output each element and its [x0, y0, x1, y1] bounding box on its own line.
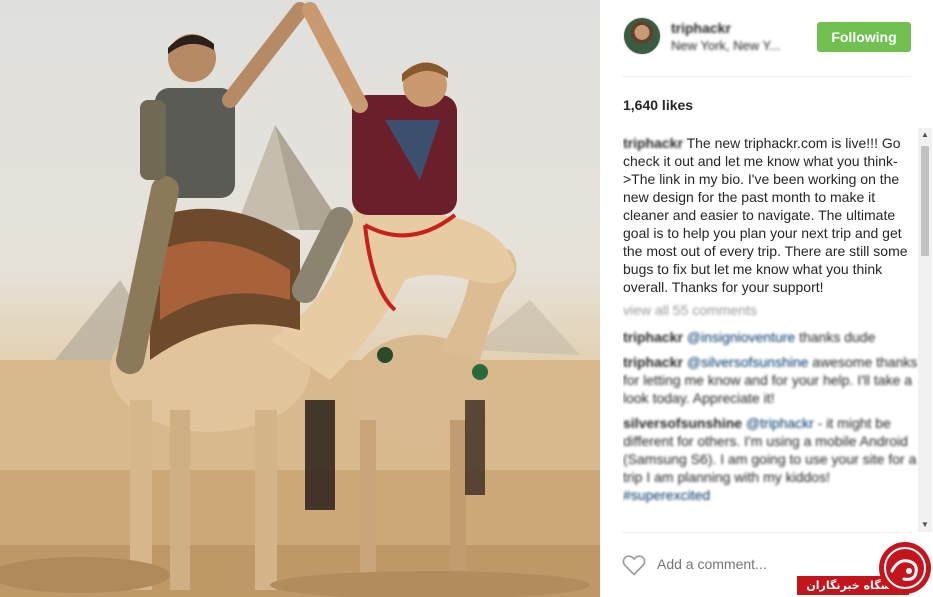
comment-mention[interactable]: @insignioventure	[687, 329, 795, 345]
comment-text: thanks dude	[795, 329, 876, 345]
caption-author[interactable]: triphackr	[623, 135, 683, 151]
comment-hashtag[interactable]: #superexcited	[623, 487, 710, 503]
comment-author[interactable]: triphackr	[623, 354, 683, 370]
header-divider	[622, 76, 911, 77]
post-details-panel: triphackr New York, New Y... Following 1…	[600, 0, 933, 597]
comment-mention[interactable]: @silversofsunshine	[687, 354, 809, 370]
comment-mention[interactable]: @triphackr	[746, 415, 814, 431]
scroll-up-arrow-icon[interactable]: ▲	[918, 128, 932, 142]
following-button[interactable]: Following	[817, 22, 911, 52]
comment-item: silversofsunshine @triphackr - it might …	[623, 414, 919, 504]
view-all-comments-link[interactable]: view all 55 comments	[623, 301, 919, 319]
add-comment-input[interactable]	[657, 556, 827, 572]
comment-item: triphackr @silversofsunshine awesome tha…	[623, 353, 919, 407]
author-avatar[interactable]	[623, 17, 661, 55]
likes-count[interactable]: 1,640 likes	[623, 97, 693, 113]
scrollbar-thumb[interactable]	[921, 146, 929, 256]
post-photo	[0, 0, 600, 597]
comments-scrollbar[interactable]: ▲ ▼	[918, 128, 932, 532]
caption-text: The new triphackr.com is live!!! Go chec…	[623, 135, 908, 295]
comment-author[interactable]: silversofsunshine	[623, 415, 742, 431]
author-username[interactable]: triphackr	[671, 20, 731, 36]
camel-ride-photo	[0, 2, 600, 597]
scroll-down-arrow-icon[interactable]: ▼	[918, 518, 932, 532]
watermark-logo-icon	[879, 542, 931, 594]
comment-author[interactable]: triphackr	[623, 329, 683, 345]
footer-divider	[622, 532, 911, 533]
post-location[interactable]: New York, New Y...	[671, 38, 780, 53]
comments-list: triphackr The new triphackr.com is live!…	[623, 134, 919, 526]
comment-item: triphackr @insignioventure thanks dude	[623, 328, 919, 346]
post-caption: triphackr The new triphackr.com is live!…	[623, 134, 919, 296]
post-header: triphackr New York, New Y... Following	[600, 0, 933, 76]
heart-outline-icon[interactable]	[622, 554, 646, 576]
